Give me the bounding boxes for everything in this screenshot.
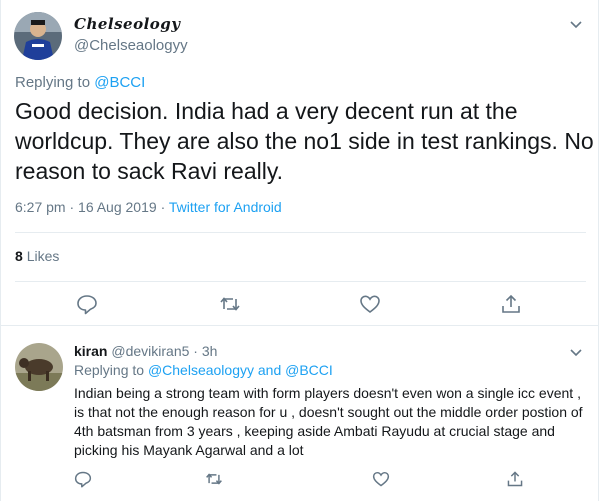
- share-icon[interactable]: [506, 470, 524, 488]
- meta-separator: ·: [193, 343, 198, 359]
- chevron-down-icon[interactable]: [569, 20, 583, 30]
- divider: [15, 232, 586, 233]
- reply-icon[interactable]: [74, 470, 92, 488]
- likes-label: Likes: [26, 248, 60, 264]
- likes-count: 8: [15, 248, 23, 264]
- reply-header: kiran @devikiran5 · 3h: [74, 343, 217, 359]
- reply-tweet[interactable]: kiran @devikiran5 · 3h Replying to @Chel…: [1, 327, 599, 501]
- retweet-icon[interactable]: [205, 470, 223, 488]
- reply-icon[interactable]: [76, 293, 98, 315]
- user-handle[interactable]: @Chelseaologyy: [74, 37, 188, 54]
- reply-time[interactable]: 3h: [202, 343, 218, 359]
- replying-to-link-1[interactable]: @Chelseaologyy: [148, 362, 254, 378]
- replying-to-line: Replying to @Chelseaologyy and @BCCI: [74, 362, 333, 378]
- avatar[interactable]: [14, 12, 62, 60]
- replying-to-line: Replying to @BCCI: [15, 74, 145, 91]
- heart-icon[interactable]: [372, 470, 390, 488]
- replying-to-and: and: [257, 362, 282, 378]
- client-link[interactable]: Twitter for Android: [169, 199, 282, 215]
- retweet-icon[interactable]: [219, 293, 241, 315]
- chevron-down-icon[interactable]: [569, 348, 583, 358]
- user-handle[interactable]: @devikiran5: [111, 343, 189, 359]
- likes-stat[interactable]: 8 Likes: [15, 248, 59, 264]
- avatar[interactable]: [15, 343, 63, 391]
- replying-to-label: Replying to: [15, 74, 91, 91]
- avatar-image: [14, 12, 62, 60]
- display-name[interactable]: Chelseology: [74, 15, 181, 33]
- replying-to-link-2[interactable]: @BCCI: [285, 362, 333, 378]
- replying-to-label: Replying to: [74, 362, 145, 378]
- divider: [15, 281, 586, 282]
- tweet-thread: Chelseology @Chelseaologyy Replying to @…: [0, 0, 599, 501]
- reply-text: Indian being a strong team with form pla…: [74, 385, 583, 458]
- tweet-meta: 6:27 pm · 16 Aug 2019 · Twitter for Andr…: [15, 199, 282, 215]
- heart-icon[interactable]: [359, 293, 381, 315]
- timestamp[interactable]: 6:27 pm · 16 Aug 2019: [15, 199, 157, 215]
- avatar-image: [15, 343, 63, 391]
- share-icon[interactable]: [500, 293, 522, 315]
- replying-to-link[interactable]: @BCCI: [94, 74, 145, 91]
- meta-separator: ·: [160, 199, 166, 215]
- tweet-text: Good decision. India had a very decent r…: [15, 98, 594, 184]
- display-name[interactable]: kiran: [74, 343, 107, 359]
- main-tweet: Chelseology @Chelseaologyy Replying to @…: [1, 0, 599, 326]
